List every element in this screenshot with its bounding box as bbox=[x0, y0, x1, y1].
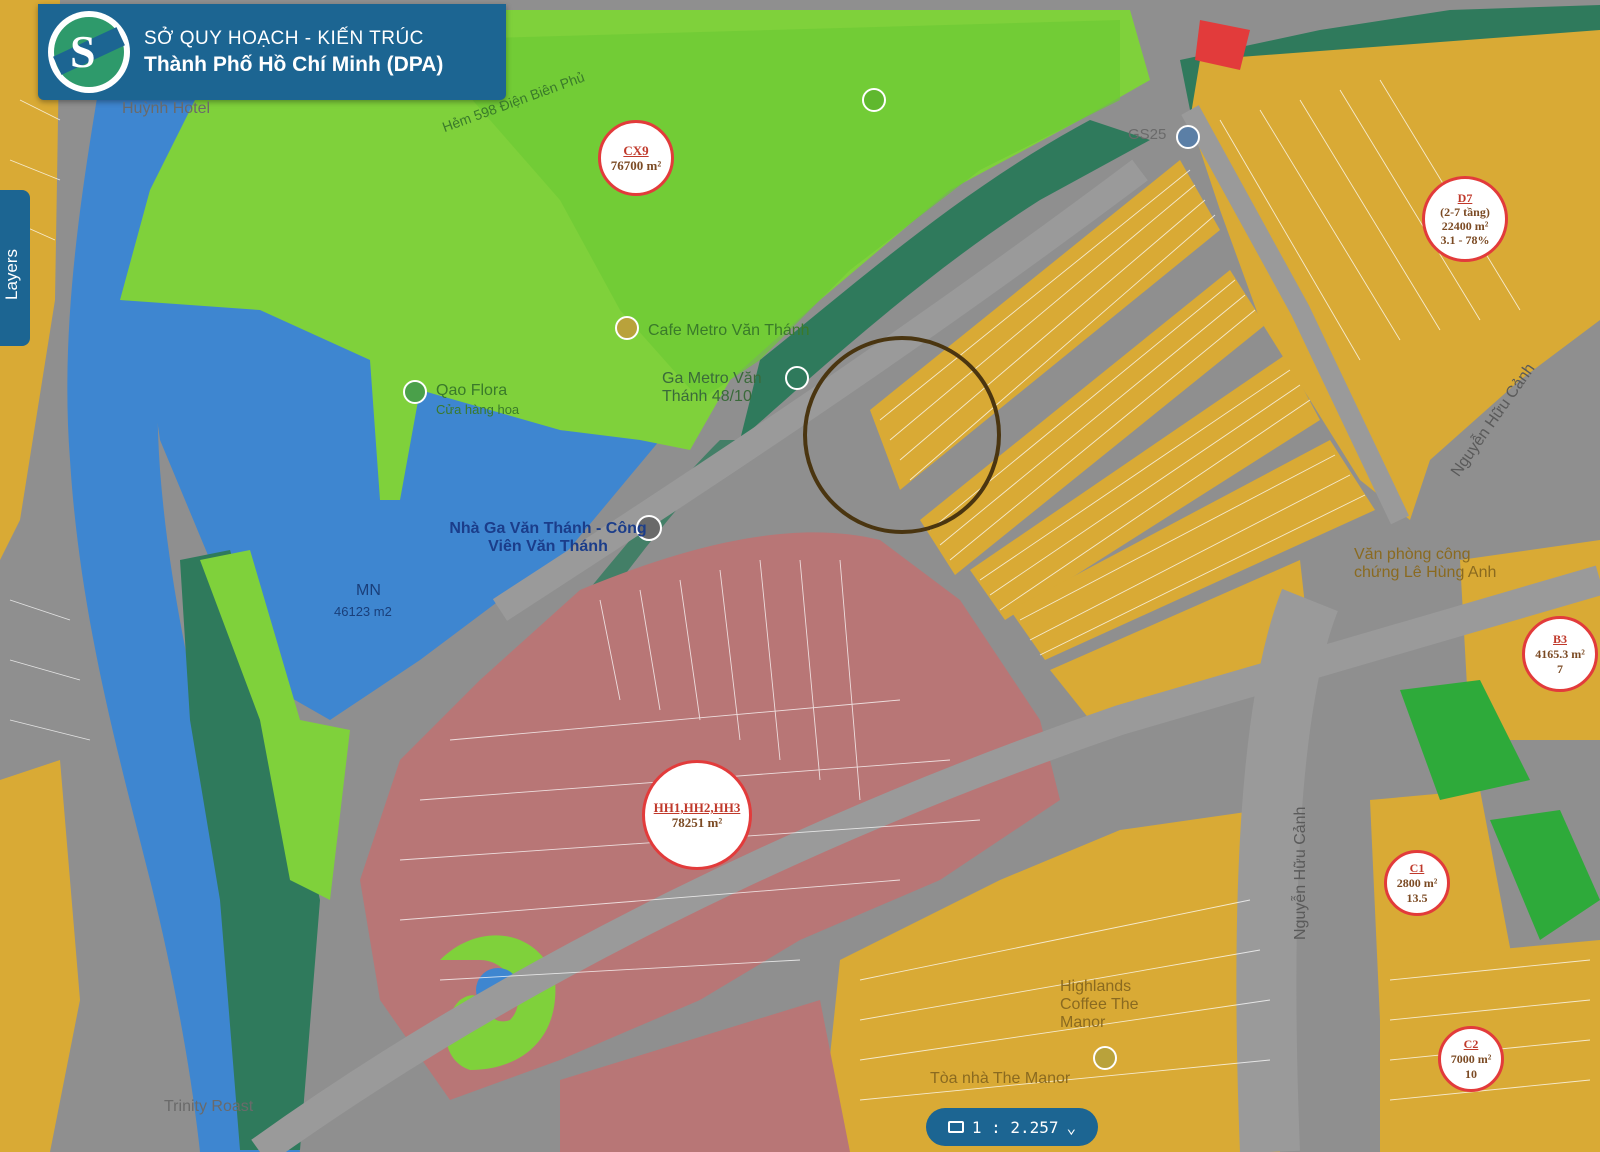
place-cafe-metro: Cafe Metro Văn Thánh bbox=[648, 322, 810, 339]
place-huynh-hotel: Huỳnh Hotel bbox=[122, 100, 211, 117]
badge-cx9[interactable]: CX9 76700 m² bbox=[598, 120, 674, 196]
place-trinity: Trinity Roast bbox=[164, 1098, 254, 1115]
place-van-phong: Văn phòng công chứng Lê Hùng Anh bbox=[1354, 546, 1497, 581]
scale-icon bbox=[947, 1121, 964, 1133]
place-toa-nha: Tòa nhà The Manor bbox=[930, 1070, 1071, 1087]
header-city: Thành Phố Hồ Chí Minh (DPA) bbox=[144, 52, 444, 76]
scale-value: 1 : 2.257 bbox=[971, 1117, 1059, 1137]
place-highlands: Highlands Coffee The Manor bbox=[1060, 978, 1139, 1031]
badge-d7[interactable]: D7 (2-7 tầng) 22400 m² 3.1 - 78% bbox=[1422, 176, 1508, 262]
building-pin-icon[interactable] bbox=[1093, 1046, 1117, 1070]
place-gs25: GS25 bbox=[1128, 126, 1167, 143]
scale-selector[interactable]: 1 : 2.257 ⌄ bbox=[926, 1108, 1098, 1146]
layers-label: Layers bbox=[2, 248, 21, 300]
street-nguyen-huu-canh-2: Nguyễn Hữu Cảnh bbox=[1292, 806, 1309, 940]
place-qao-flora: Qao Flora bbox=[436, 382, 508, 399]
place-ga-metro: Ga Metro Văn Thánh 48/10 bbox=[662, 370, 762, 405]
metro-pin-icon[interactable] bbox=[785, 366, 809, 390]
tree-icon[interactable] bbox=[862, 88, 886, 112]
dpa-logo: S bbox=[48, 11, 130, 93]
header-agency: SỞ QUY HOẠCH - KIẾN TRÚC bbox=[144, 27, 424, 49]
layers-tab[interactable]: Layers bbox=[0, 190, 30, 346]
badge-c1[interactable]: C1 2800 m² 13.5 bbox=[1384, 850, 1450, 916]
badge-b3[interactable]: B3 4165.3 m² 7 bbox=[1522, 616, 1598, 692]
chevron-down-icon: ⌄ bbox=[1066, 1117, 1077, 1137]
place-nha-ga: Nhà Ga Văn Thánh - Công Viên Văn Thánh bbox=[449, 520, 647, 555]
badge-hh[interactable]: HH1,HH2,HH3 78251 m² bbox=[642, 760, 752, 870]
zone-mn-area: 46123 m2 bbox=[334, 604, 392, 619]
zone-mn-code: MN bbox=[356, 582, 381, 599]
badge-c2[interactable]: C2 7000 m² 10 bbox=[1438, 1026, 1504, 1092]
app-header: S SỞ QUY HOẠCH - KIẾN TRÚC Thành Phố Hồ … bbox=[38, 4, 506, 100]
shop-icon[interactable] bbox=[403, 380, 427, 404]
store-icon[interactable] bbox=[1176, 125, 1200, 149]
cafe-icon[interactable] bbox=[615, 316, 639, 340]
place-qao-flora-sub: Cửa hàng hoa bbox=[436, 402, 520, 417]
